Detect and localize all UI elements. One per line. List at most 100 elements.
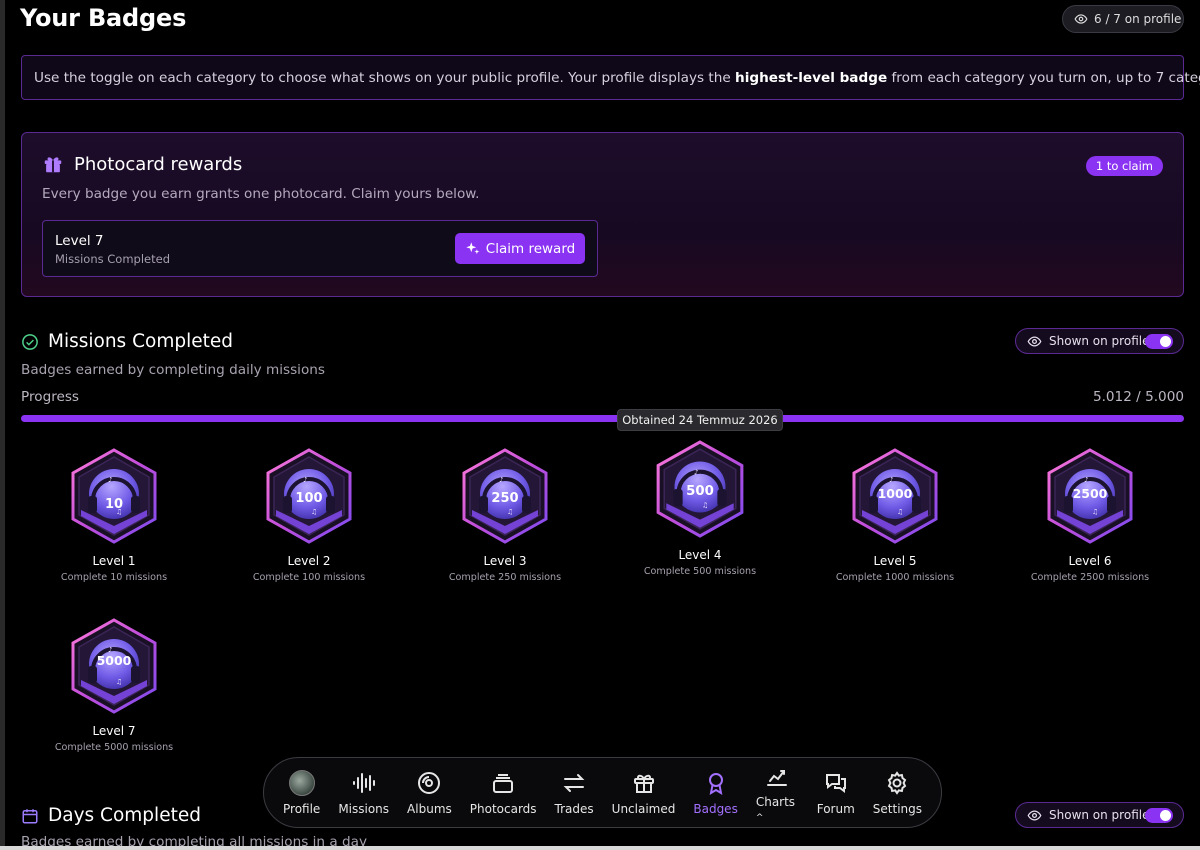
page-title: Your Badges — [20, 4, 187, 32]
nav-label: Trades — [554, 801, 594, 816]
nav-settings[interactable]: Settings — [864, 758, 931, 827]
claim-reward-label: Claim reward — [485, 240, 576, 257]
nav-label: Unclaimed — [611, 801, 676, 816]
headphones-badge-icon: 250 — [460, 448, 550, 544]
nav-label: Albums — [407, 801, 452, 816]
badge-level-7[interactable]: 5000 Level 7 Complete 5000 missions — [39, 618, 189, 753]
profile-count-text: 6 / 7 on profile — [1094, 12, 1182, 26]
headphones-badge-icon: 5000 — [69, 618, 159, 714]
profile-count-badge[interactable]: 6 / 7 on profile — [1062, 5, 1184, 33]
nav-label: Photocards — [469, 801, 537, 816]
headphones-badge-icon: 1000 — [850, 448, 940, 544]
badge-desc: Complete 5000 missions — [54, 742, 174, 753]
badge-level: Level 5 — [873, 554, 917, 568]
gear-icon — [888, 770, 907, 795]
badge-value: 2500 — [1073, 486, 1108, 501]
nav-charts[interactable]: Charts ^ — [747, 758, 808, 827]
badge-desc: Complete 500 missions — [643, 566, 757, 577]
days-profile-toggle[interactable]: Shown on profile — [1015, 802, 1184, 828]
headphones-badge-icon: 2500 — [1045, 448, 1135, 544]
badge-level: Level 3 — [483, 554, 527, 568]
progress-value: 5.012 / 5.000 — [1092, 389, 1184, 405]
obtained-tooltip: Obtained 24 Temmuz 2026 — [617, 409, 783, 431]
nav-forum[interactable]: Forum — [808, 758, 864, 827]
nav-profile[interactable]: Profile — [274, 758, 329, 827]
badge-value: 250 — [491, 491, 518, 506]
badge-level: Level 7 — [92, 724, 136, 738]
claim-reward-button[interactable]: Claim reward — [455, 233, 585, 264]
headphones-badge-icon: 100 — [264, 448, 354, 544]
badge-value: 100 — [295, 491, 322, 506]
nav-label: Badges — [693, 801, 738, 816]
cards-stack-icon — [493, 773, 514, 793]
rewards-title: Photocard rewards — [42, 153, 242, 175]
gift-icon — [633, 774, 654, 793]
toggle-switch[interactable] — [1145, 808, 1173, 823]
badge-level-1[interactable]: 10 Level 1 Complete 10 missions — [39, 448, 189, 583]
left-edge-bar — [0, 0, 5, 850]
disc-icon — [418, 771, 441, 794]
nav-photocards[interactable]: Photocards — [461, 758, 546, 827]
badge-level: Level 2 — [287, 554, 331, 568]
eye-icon — [1027, 335, 1042, 347]
progress-label: Progress — [21, 389, 80, 405]
nav-albums[interactable]: Albums — [398, 758, 461, 827]
badge-level: Level 1 — [92, 554, 136, 568]
badge-level: Level 4 — [678, 548, 722, 562]
nav-label: Settings — [872, 801, 922, 816]
badge-desc: Complete 1000 missions — [835, 572, 955, 583]
nav-badges[interactable]: Badges — [684, 758, 746, 827]
eye-icon — [1027, 809, 1042, 821]
info-text-bold: highest-level badge — [735, 69, 888, 86]
info-banner: Use the toggle on each category to choos… — [21, 55, 1200, 100]
chevron-up-icon: ^ — [755, 812, 764, 823]
badge-desc: Complete 100 missions — [252, 572, 366, 583]
chat-bubbles-icon — [825, 773, 846, 793]
badge-level-6[interactable]: 2500 Level 6 Complete 2500 missions — [1015, 448, 1165, 583]
chart-line-icon — [767, 769, 788, 786]
avatar-icon — [288, 769, 315, 796]
headphones-badge-icon: 500 — [654, 440, 746, 538]
badge-value: 500 — [686, 484, 714, 499]
waveform-icon — [352, 772, 375, 793]
progress-bar — [21, 415, 1184, 422]
swap-arrows-icon — [563, 773, 585, 792]
missions-title-text: Missions Completed — [48, 331, 233, 352]
info-text-pre: Use the toggle on each category to choos… — [34, 69, 736, 86]
calendar-icon — [22, 808, 38, 823]
photocard-rewards-panel: Photocard rewards Every badge you earn g… — [21, 132, 1184, 297]
nav-label: Forum — [816, 801, 855, 816]
eye-icon — [1074, 14, 1088, 24]
nav-label: Missions — [338, 801, 390, 816]
claim-card-level: Level 7 — [55, 233, 104, 249]
toggle-label: Shown on profile — [1049, 334, 1150, 348]
check-circle-icon — [22, 333, 38, 350]
badge-level: Level 6 — [1068, 554, 1112, 568]
badge-desc: Complete 250 missions — [448, 572, 562, 583]
nav-missions[interactable]: Missions — [329, 758, 398, 827]
missions-subtitle: Badges earned by completing daily missio… — [21, 362, 325, 378]
badge-level-4[interactable]: 500 Level 4 Complete 500 missions — [625, 440, 775, 577]
nav-unclaimed[interactable]: Unclaimed — [603, 758, 685, 827]
nav-trades[interactable]: Trades — [546, 758, 603, 827]
badge-level-3[interactable]: 250 Level 3 Complete 250 missions — [430, 448, 580, 583]
claim-card-category: Missions Completed — [55, 252, 170, 266]
missions-profile-toggle[interactable]: Shown on profile — [1015, 328, 1184, 354]
claim-card: Level 7 Missions Completed Claim reward — [42, 220, 598, 277]
bottom-edge — [0, 846, 1200, 850]
bottom-nav-bar: Profile Missions Albums Photocards Trade… — [263, 757, 942, 828]
toggle-label: Shown on profile — [1049, 808, 1150, 822]
badge-level-5[interactable]: 1000 Level 5 Complete 1000 missions — [820, 448, 970, 583]
badge-value: 5000 — [97, 653, 132, 668]
missions-section-title: Missions Completed — [21, 331, 233, 352]
badge-level-2[interactable]: 100 Level 2 Complete 100 missions — [234, 448, 384, 583]
toggle-switch[interactable] — [1145, 334, 1173, 349]
headphones-badge-icon: 10 — [69, 448, 159, 544]
rewards-subtitle: Every badge you earn grants one photocar… — [42, 186, 480, 202]
badge-desc: Complete 10 missions — [60, 572, 168, 583]
days-section-title: Days Completed — [21, 805, 201, 826]
sparkle-icon — [466, 242, 480, 255]
gift-icon — [44, 157, 62, 173]
days-title-text: Days Completed — [48, 805, 201, 826]
badge-desc: Complete 2500 missions — [1030, 572, 1150, 583]
